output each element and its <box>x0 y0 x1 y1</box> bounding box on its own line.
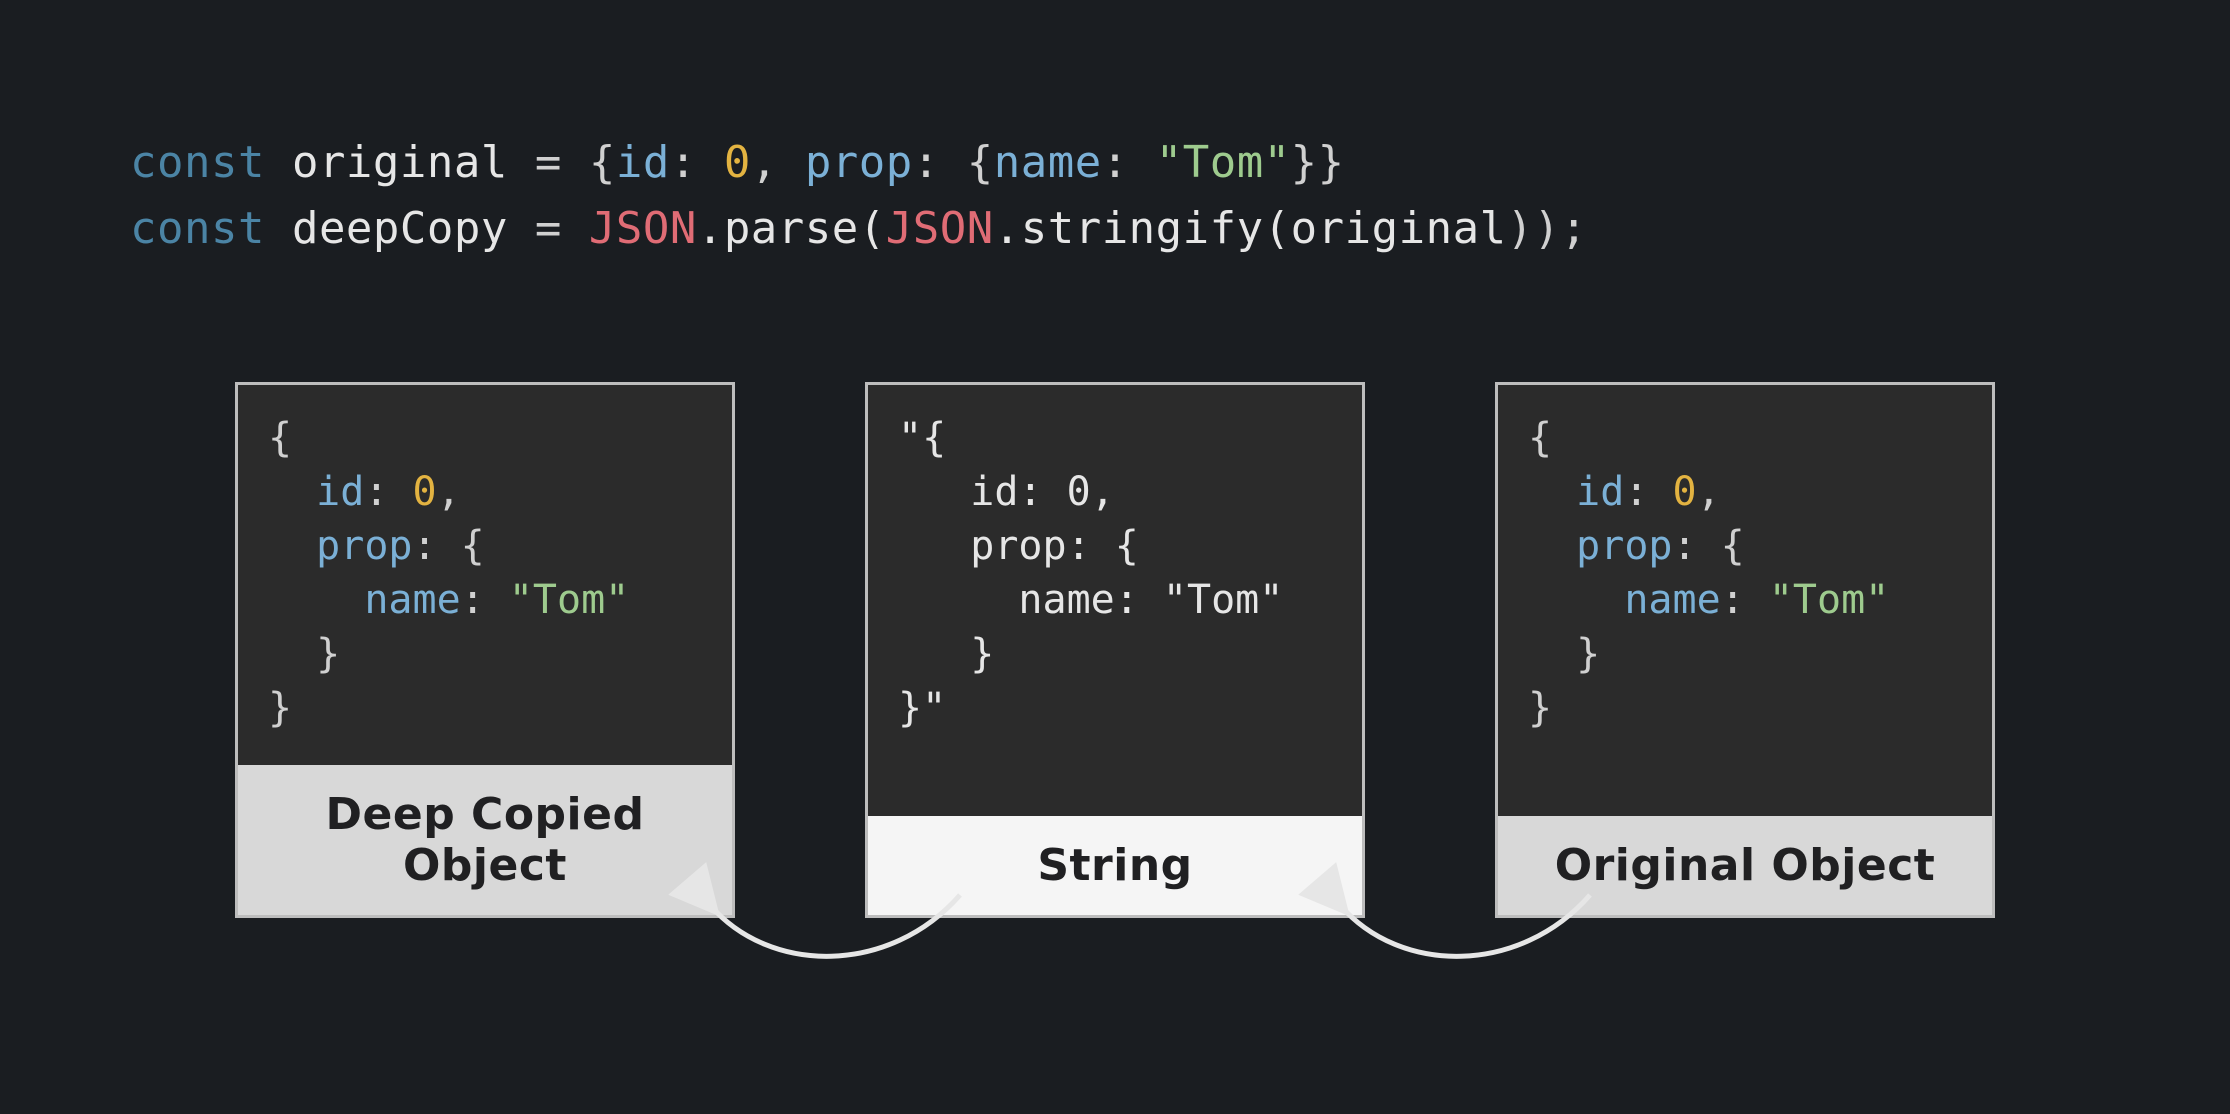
panel-original-body: { id: 0, prop: { name: "Tom" } } <box>1498 385 1992 816</box>
prop-id: id <box>1576 469 1624 515</box>
paren-close: )); <box>1507 203 1588 254</box>
identifier-deepcopy: deepCopy <box>292 203 508 254</box>
diagram-stage: const original = {id: 0, prop: {name: "T… <box>0 0 2230 1114</box>
class-json: JSON <box>589 203 697 254</box>
string-line: name: "Tom" <box>898 577 1283 623</box>
prop-id: id <box>616 137 670 188</box>
identifier-original: original <box>292 137 508 188</box>
brace-close: } <box>316 631 340 677</box>
panel-original-caption: Original Object <box>1498 816 1992 915</box>
prop-name: name <box>994 137 1102 188</box>
code-line-1: const original = {id: 0, prop: {name: "T… <box>130 130 2140 196</box>
method-stringify: .stringify( <box>994 203 1291 254</box>
brace-open: { <box>1721 523 1745 569</box>
colon: : <box>670 137 724 188</box>
colon: : <box>1102 137 1156 188</box>
string-tom: "Tom" <box>1769 577 1889 623</box>
prop-prop: prop <box>805 137 913 188</box>
string-line: }" <box>898 685 946 731</box>
brace-open: { <box>461 523 485 569</box>
comma: , <box>437 469 461 515</box>
colon: : <box>461 577 509 623</box>
code-line-2: const deepCopy = JSON.parse(JSON.stringi… <box>130 196 2140 262</box>
brace-close: } <box>1528 685 1552 731</box>
identifier-original: original <box>1291 203 1507 254</box>
number-zero: 0 <box>1673 469 1697 515</box>
colon: : <box>364 469 412 515</box>
brace-close: } <box>1291 137 1318 188</box>
assign-eq: = <box>508 203 589 254</box>
comma: , <box>751 137 805 188</box>
prop-id: id <box>316 469 364 515</box>
class-json: JSON <box>886 203 994 254</box>
colon: : <box>1721 577 1769 623</box>
colon: : <box>1673 523 1721 569</box>
panels-row: { id: 0, prop: { name: "Tom" } } Deep Co… <box>90 382 2140 918</box>
number-zero: 0 <box>413 469 437 515</box>
brace-close: } <box>1576 631 1600 677</box>
panel-deep-caption: Deep Copied Object <box>238 765 732 915</box>
panel-original: { id: 0, prop: { name: "Tom" } } Origina… <box>1495 382 1995 918</box>
panel-deep-body: { id: 0, prop: { name: "Tom" } } <box>238 385 732 765</box>
keyword-const: const <box>130 137 292 188</box>
string-line: prop: { <box>898 523 1139 569</box>
brace-open: { <box>268 415 292 461</box>
code-block: const original = {id: 0, prop: {name: "T… <box>90 130 2140 262</box>
string-line: } <box>898 631 994 677</box>
string-line: "{ <box>898 415 946 461</box>
colon: : <box>1624 469 1672 515</box>
colon: : <box>913 137 967 188</box>
keyword-const: const <box>130 203 292 254</box>
prop-prop: prop <box>316 523 412 569</box>
number-zero: 0 <box>724 137 751 188</box>
brace-open: { <box>589 137 616 188</box>
brace-close: } <box>1318 137 1345 188</box>
panel-string: "{ id: 0, prop: { name: "Tom" } }" Strin… <box>865 382 1365 918</box>
brace-open: { <box>967 137 994 188</box>
panel-string-body: "{ id: 0, prop: { name: "Tom" } }" <box>868 385 1362 816</box>
string-line: id: 0, <box>898 469 1115 515</box>
brace-open: { <box>1528 415 1552 461</box>
prop-name: name <box>364 577 460 623</box>
comma: , <box>1697 469 1721 515</box>
prop-prop: prop <box>1576 523 1672 569</box>
panel-string-caption: String <box>868 816 1362 915</box>
assign-eq: = <box>508 137 589 188</box>
colon: : <box>413 523 461 569</box>
brace-close: } <box>268 685 292 731</box>
panel-deep-copied: { id: 0, prop: { name: "Tom" } } Deep Co… <box>235 382 735 918</box>
string-tom: "Tom" <box>509 577 629 623</box>
prop-name: name <box>1624 577 1720 623</box>
string-tom: "Tom" <box>1156 137 1291 188</box>
method-parse: .parse( <box>697 203 886 254</box>
